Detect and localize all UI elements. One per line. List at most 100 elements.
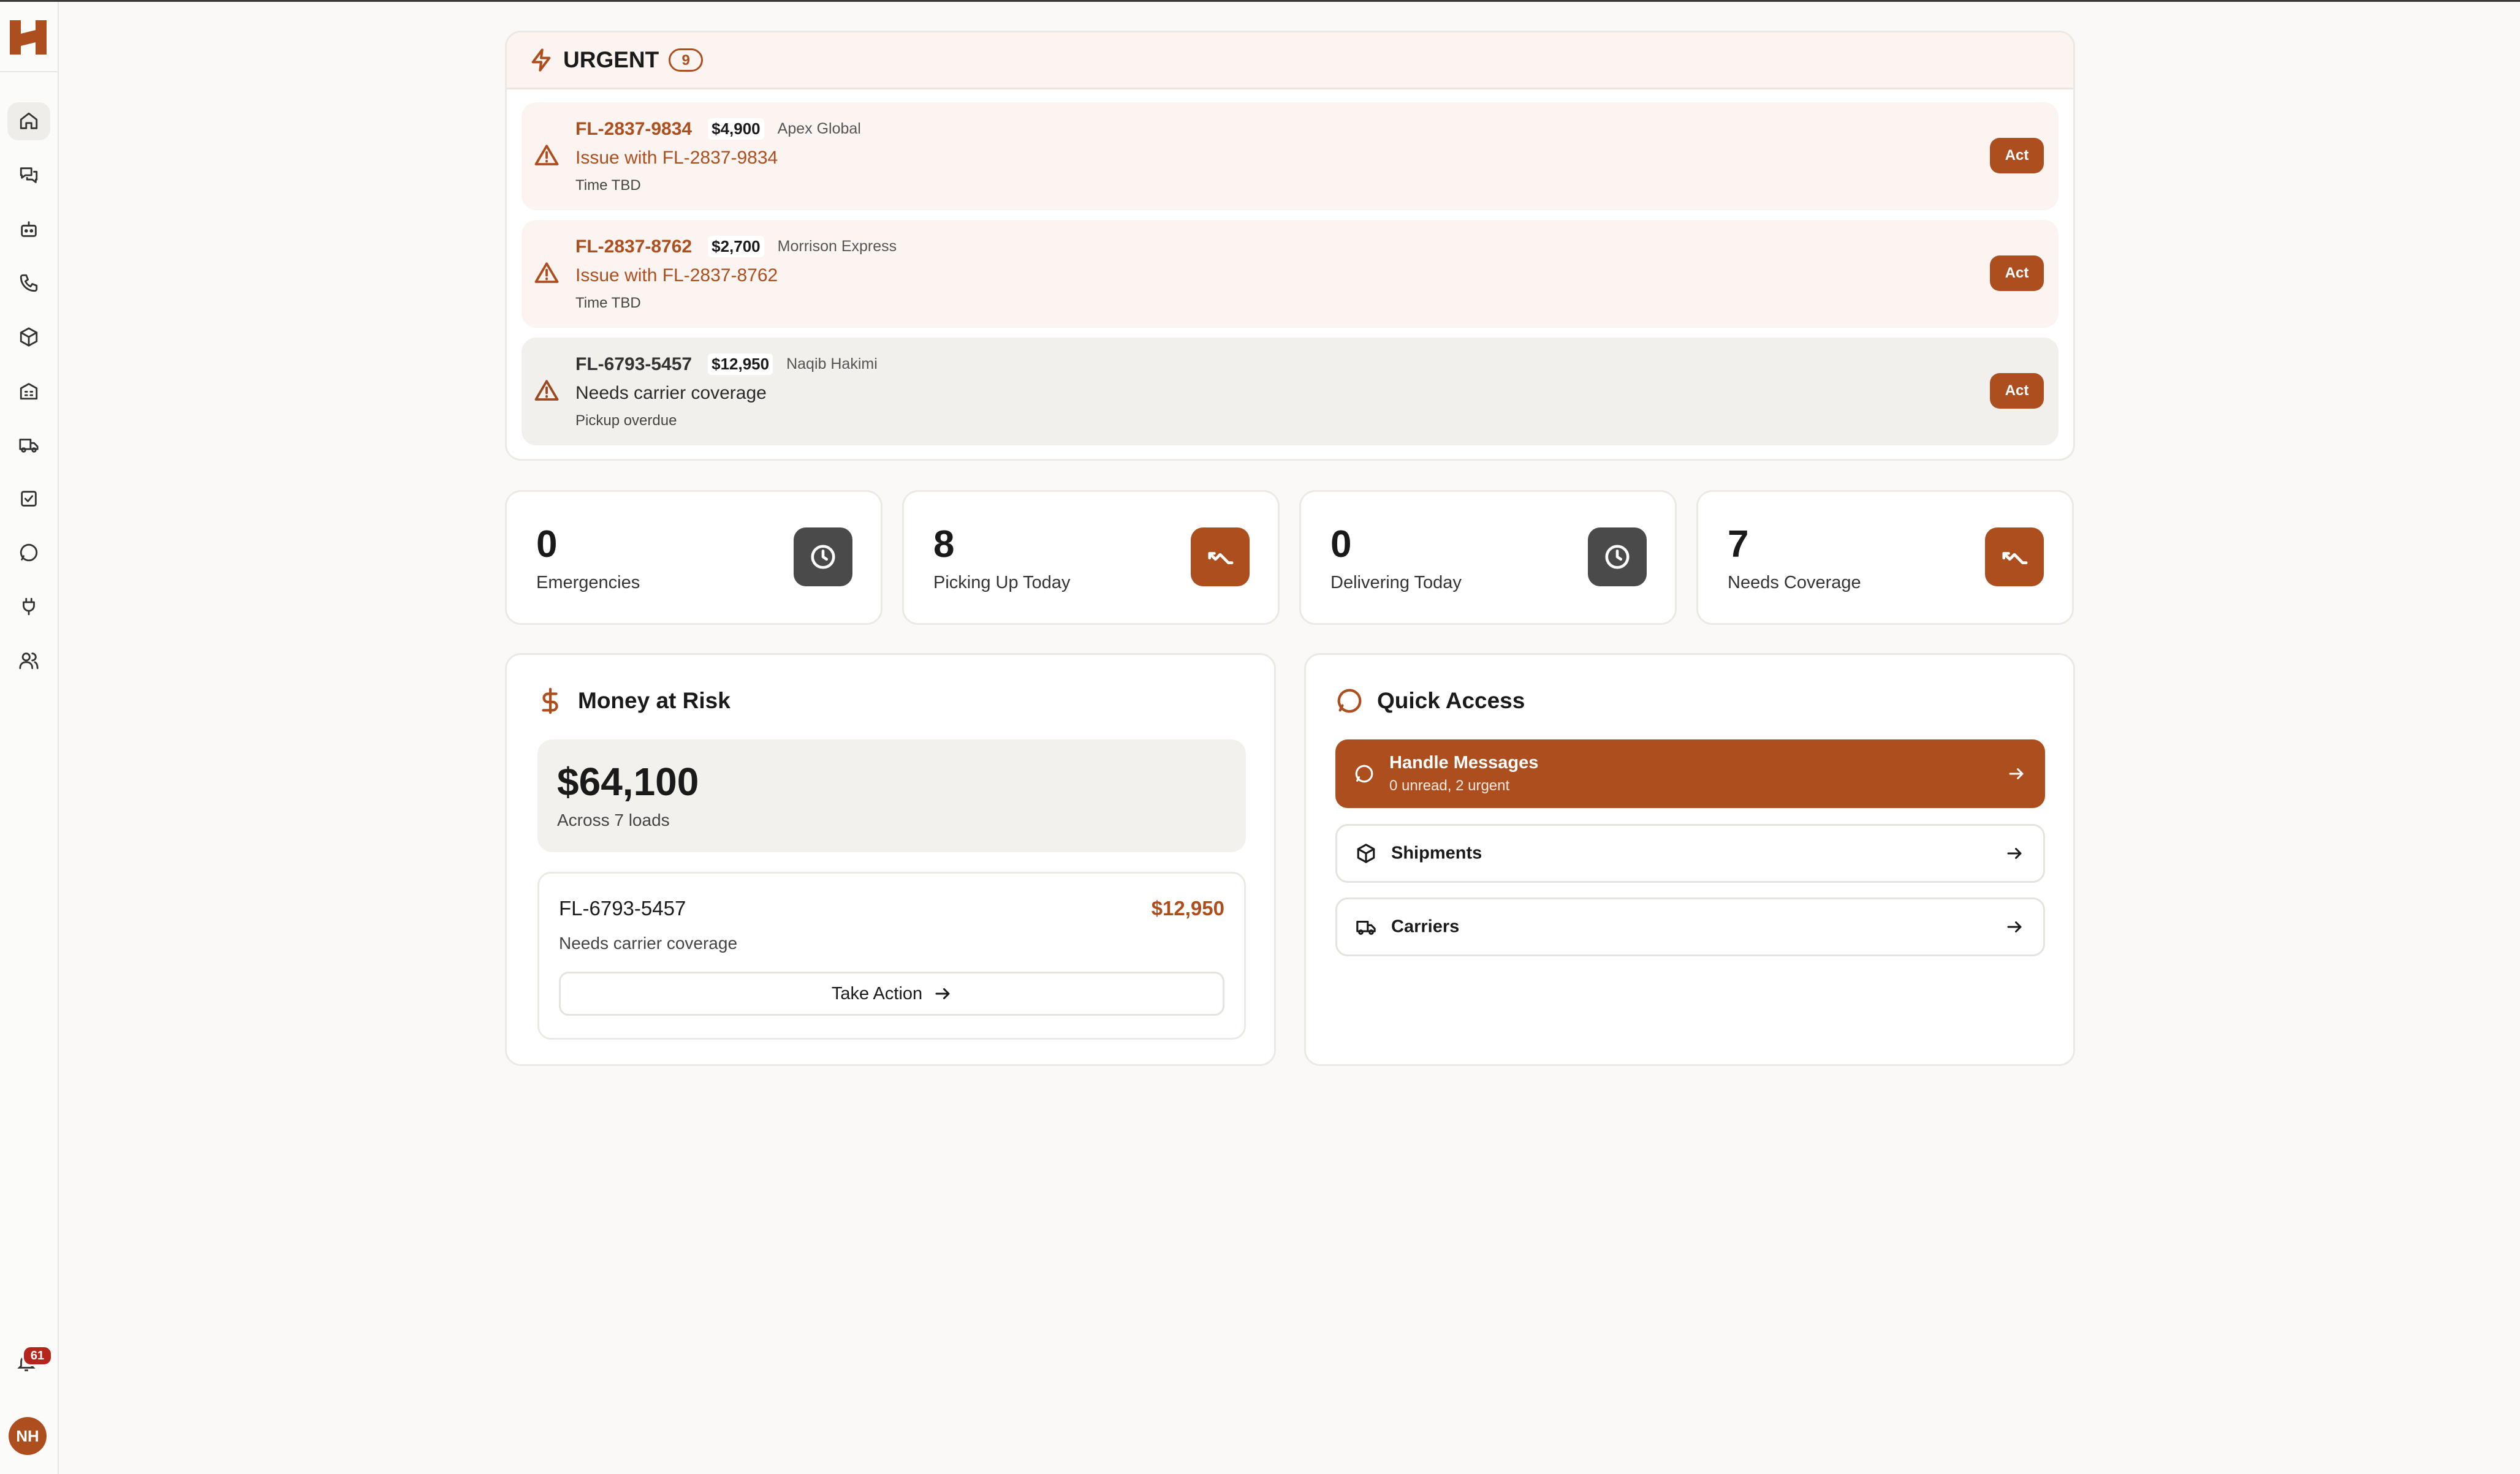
stat-card-needs-coverage[interactable]: 7 Needs Coverage bbox=[1696, 490, 2074, 625]
trend-icon bbox=[2002, 551, 2028, 564]
handle-messages-button[interactable]: Handle Messages 0 unread, 2 urgent bbox=[1335, 739, 2045, 808]
issue-text: Needs carrier coverage bbox=[575, 383, 767, 403]
risk-load-item: FL-6793-5457 $12,950 Needs carrier cover… bbox=[537, 872, 1246, 1040]
load-code[interactable]: FL-2837-8762 bbox=[575, 236, 692, 257]
clock-icon bbox=[1605, 545, 1630, 569]
take-action-button[interactable]: Take Action bbox=[559, 972, 1224, 1016]
load-code[interactable]: FL-6793-5457 bbox=[575, 354, 692, 375]
arrow-right-icon bbox=[2007, 921, 2022, 932]
stat-value: 8 bbox=[933, 523, 955, 565]
money-at-risk-panel: Money at Risk $64,100 Across 7 loads FL-… bbox=[505, 653, 1276, 1066]
quick-access-title: Quick Access bbox=[1377, 688, 1525, 713]
window-top-border bbox=[0, 0, 2520, 2]
stat-label: Delivering Today bbox=[1330, 573, 1462, 592]
plug-icon bbox=[23, 597, 35, 616]
company-name: Morrison Express bbox=[777, 238, 897, 255]
messages-icon bbox=[20, 167, 38, 183]
checkbox-icon bbox=[21, 491, 37, 507]
issue-text: Issue with FL-2837-9834 bbox=[575, 148, 778, 168]
truck-icon bbox=[19, 439, 39, 453]
warning-icon bbox=[534, 145, 559, 165]
notification-count-badge: 61 bbox=[22, 1345, 53, 1366]
stat-card-emergencies[interactable]: 0 Emergencies bbox=[505, 490, 882, 625]
urgent-header: URGENT 9 bbox=[507, 32, 2073, 89]
bot-icon bbox=[21, 221, 37, 237]
sidebar-item-phone[interactable] bbox=[7, 264, 50, 302]
handle-messages-subtext: 0 unread, 2 urgent bbox=[1389, 777, 1510, 794]
home-icon bbox=[20, 112, 38, 129]
urgent-item[interactable]: FL-2837-8762 $2,700 Morrison Express Iss… bbox=[522, 220, 2059, 328]
load-amount: $4,900 bbox=[708, 118, 764, 140]
brand-logo-icon[interactable] bbox=[7, 18, 49, 57]
sidebar-item-bot[interactable] bbox=[7, 210, 50, 248]
urgent-panel: URGENT 9 FL-2837-9834 $4,900 Apex Global… bbox=[505, 31, 2075, 461]
arrow-right-icon bbox=[935, 988, 950, 999]
building-icon bbox=[20, 383, 38, 400]
stat-value: 7 bbox=[1728, 523, 1749, 565]
stat-card-picking-up[interactable]: 8 Picking Up Today bbox=[902, 490, 1280, 625]
message-icon bbox=[1355, 765, 1373, 783]
act-button[interactable]: Act bbox=[1990, 373, 2044, 409]
issue-subtext: Pickup overdue bbox=[575, 412, 677, 429]
stat-label: Picking Up Today bbox=[933, 573, 1071, 592]
phone-icon bbox=[20, 274, 38, 292]
sidebar-item-users[interactable] bbox=[7, 641, 50, 679]
chat-bubble-icon bbox=[1337, 689, 1362, 713]
load-amount: $12,950 bbox=[708, 353, 773, 375]
warning-icon bbox=[534, 380, 559, 401]
warning-icon bbox=[534, 262, 559, 283]
urgent-item[interactable]: FL-2837-9834 $4,900 Apex Global Issue wi… bbox=[522, 102, 2059, 210]
sidebar-item-integrations[interactable] bbox=[7, 588, 50, 626]
sidebar-item-tasks[interactable] bbox=[7, 480, 50, 518]
stat-card-delivering[interactable]: 0 Delivering Today bbox=[1299, 490, 1677, 625]
act-button[interactable]: Act bbox=[1990, 255, 2044, 291]
lightning-icon bbox=[531, 48, 551, 72]
company-name: Naqib Hakimi bbox=[786, 355, 878, 372]
user-avatar[interactable]: NH bbox=[9, 1417, 47, 1455]
stat-value: 0 bbox=[536, 523, 558, 565]
sidebar-item-messages[interactable] bbox=[7, 156, 50, 194]
sidebar-item-buildings[interactable] bbox=[7, 372, 50, 410]
shipments-link[interactable]: Shipments bbox=[1335, 824, 2045, 883]
stat-label: Needs Coverage bbox=[1728, 573, 1861, 592]
money-title: Money at Risk bbox=[578, 688, 731, 713]
carriers-link[interactable]: Carriers bbox=[1335, 898, 2045, 956]
money-total-box: $64,100 Across 7 loads bbox=[537, 739, 1246, 852]
company-name: Apex Global bbox=[777, 120, 861, 137]
risk-load-description: Needs carrier coverage bbox=[559, 934, 738, 953]
risk-load-amount: $12,950 bbox=[1151, 897, 1224, 920]
carriers-label: Carriers bbox=[1391, 917, 1460, 937]
stat-label: Emergencies bbox=[536, 573, 640, 592]
arrow-right-icon bbox=[2007, 848, 2022, 859]
money-total-subtext: Across 7 loads bbox=[557, 811, 670, 830]
handle-messages-label: Handle Messages bbox=[1389, 753, 1539, 773]
issue-subtext: Time TBD bbox=[575, 295, 641, 311]
truck-icon bbox=[1356, 920, 1376, 935]
sidebar: 61 NH bbox=[0, 2, 59, 1474]
urgent-item[interactable]: FL-6793-5457 $12,950 Naqib Hakimi Needs … bbox=[522, 338, 2059, 445]
package-icon bbox=[20, 327, 38, 347]
urgent-count-badge: 9 bbox=[669, 48, 704, 72]
arrow-right-icon bbox=[2009, 768, 2024, 779]
money-total-amount: $64,100 bbox=[557, 760, 699, 804]
act-button[interactable]: Act bbox=[1990, 138, 2044, 173]
trend-icon bbox=[1208, 551, 1234, 564]
issue-subtext: Time TBD bbox=[575, 177, 641, 194]
stat-value: 0 bbox=[1330, 523, 1352, 565]
issue-text: Issue with FL-2837-8762 bbox=[575, 265, 778, 285]
sidebar-item-carriers[interactable] bbox=[7, 426, 50, 464]
package-icon bbox=[1357, 844, 1375, 863]
take-action-label: Take Action bbox=[831, 983, 923, 1003]
risk-load-code: FL-6793-5457 bbox=[559, 897, 686, 920]
shipments-label: Shipments bbox=[1391, 843, 1482, 863]
sidebar-divider bbox=[0, 71, 58, 72]
load-code[interactable]: FL-2837-9834 bbox=[575, 119, 692, 140]
chat-icon bbox=[20, 543, 38, 562]
sidebar-item-packages[interactable] bbox=[7, 318, 50, 356]
users-icon bbox=[19, 652, 39, 670]
urgent-title: URGENT bbox=[563, 47, 659, 72]
load-amount: $2,700 bbox=[708, 236, 764, 257]
sidebar-item-home[interactable] bbox=[7, 102, 50, 140]
dollar-icon bbox=[542, 687, 558, 714]
sidebar-item-chat[interactable] bbox=[7, 534, 50, 572]
